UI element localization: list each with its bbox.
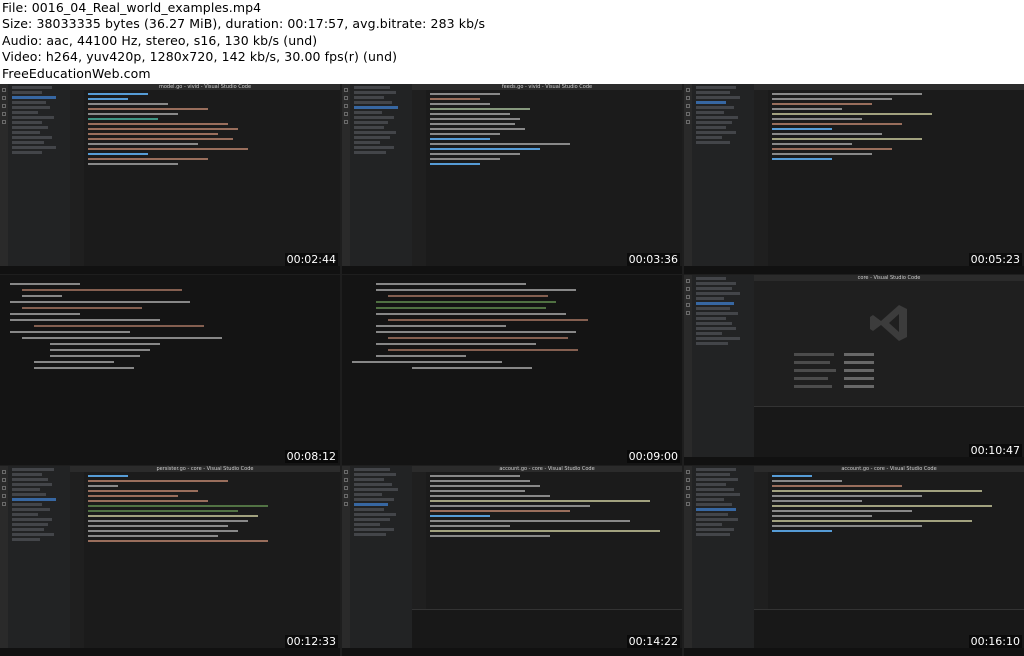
activity-bar — [0, 84, 8, 266]
activity-bar — [342, 466, 350, 648]
file-size-duration: Size: 38033335 bytes (36.27 MiB), durati… — [2, 16, 486, 31]
file-name: File: 0016_04_Real_world_examples.mp4 — [2, 0, 262, 15]
explorer-sidebar — [8, 84, 71, 266]
timestamp: 00:16:10 — [968, 635, 1022, 648]
vscode-logo-icon — [870, 305, 907, 341]
thumbnail-7[interactable]: persister.go - core - Visual Studio Code… — [0, 466, 340, 656]
status-bar — [684, 457, 1024, 465]
activity-bar — [684, 275, 692, 457]
code-editor — [754, 472, 1024, 648]
terminal-code — [342, 275, 682, 377]
status-bar — [342, 266, 682, 274]
timestamp: 00:10:47 — [968, 444, 1022, 457]
code-editor — [412, 90, 682, 266]
explorer-sidebar — [8, 466, 71, 648]
activity-bar — [684, 466, 692, 648]
timestamp: 00:12:33 — [284, 635, 338, 648]
video-info: Video: h264, yuv420p, 1280x720, 142 kb/s… — [2, 49, 398, 64]
timestamp: 00:09:00 — [626, 450, 680, 463]
status-bar — [0, 648, 340, 656]
terminal-code — [0, 275, 340, 377]
status-bar — [684, 266, 1024, 274]
thumbnail-1[interactable]: model.go - vivid - Visual Studio Code 00… — [0, 84, 340, 274]
activity-bar — [342, 84, 350, 266]
activity-bar — [684, 84, 692, 266]
explorer-sidebar — [350, 466, 413, 648]
code-editor — [70, 90, 340, 266]
explorer-sidebar — [692, 466, 755, 648]
site-name: FreeEducationWeb.com — [2, 66, 151, 81]
activity-bar — [0, 466, 8, 648]
timestamp: 00:03:36 — [626, 253, 680, 266]
thumbnail-3[interactable]: 00:05:23 — [684, 84, 1024, 274]
welcome-page — [754, 281, 1024, 457]
explorer-sidebar — [692, 275, 755, 457]
explorer-sidebar — [350, 84, 413, 266]
video-info-header: File: 0016_04_Real_world_examples.mp4 Si… — [0, 0, 1024, 84]
thumbnail-5[interactable]: 00:09:00 — [342, 275, 682, 465]
status-bar — [0, 266, 340, 274]
code-editor — [412, 472, 682, 648]
status-bar — [684, 648, 1024, 656]
thumbnail-8[interactable]: account.go - core - Visual Studio Code 0… — [342, 466, 682, 656]
thumbnail-grid: model.go - vivid - Visual Studio Code 00… — [0, 84, 1024, 656]
thumbnail-6[interactable]: core - Visual Studio Code 00:10:47 — [684, 275, 1024, 465]
timestamp: 00:02:44 — [284, 253, 338, 266]
audio-info: Audio: aac, 44100 Hz, stereo, s16, 130 k… — [2, 33, 318, 48]
timestamp: 00:08:12 — [284, 450, 338, 463]
thumbnail-9[interactable]: account.go - core - Visual Studio Code 0… — [684, 466, 1024, 656]
timestamp: 00:14:22 — [626, 635, 680, 648]
explorer-sidebar — [692, 84, 755, 266]
code-editor — [754, 90, 1024, 266]
timestamp: 00:05:23 — [968, 253, 1022, 266]
thumbnail-4[interactable]: 00:08:12 — [0, 275, 340, 465]
status-bar — [342, 648, 682, 656]
thumbnail-2[interactable]: feeds.go - vivid - Visual Studio Code 00… — [342, 84, 682, 274]
code-editor — [70, 472, 340, 648]
